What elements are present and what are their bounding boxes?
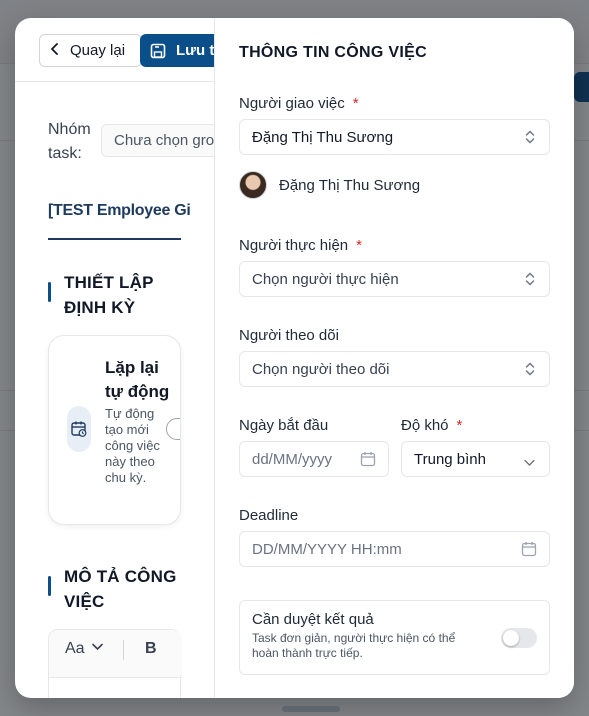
description-heading: MÔ TẢ CÔNG VIỆC [48,564,188,614]
auto-repeat-card: Lặp lại tự động Tự động tạo mới công việ… [48,335,181,525]
approval-title: Cần duyệt kết quả [252,611,374,628]
required-marker: * [456,417,463,434]
approval-setting: Cần duyệt kết quả Task đơn giản, người t… [239,600,550,675]
auto-repeat-description: Tự động tạo mới công việc này theo chu k… [105,406,160,485]
chevron-down-icon[interactable] [92,642,103,654]
difficulty-label: Độ khó * [401,417,462,434]
toolbar-divider [123,640,124,660]
approval-toggle[interactable] [501,628,537,648]
executor-placeholder: Chọn người thực hiện [252,271,399,288]
save-button[interactable]: Lưu task [140,34,215,67]
group-label: Nhóm task: [48,121,91,162]
task-modal: Quay lại Lưu task Nhóm task: Chưa chọn g… [15,18,574,698]
task-title-underline [48,238,181,240]
start-date-input[interactable]: dd/MM/yyyy [239,441,389,477]
save-button-label: Lưu task [176,42,215,59]
back-button-label: Quay lại [70,42,126,59]
task-title[interactable]: [TEST Employee Gi [48,202,214,220]
required-marker: * [352,95,359,112]
calendar-repeat-icon [67,406,91,452]
assigner-label: Người giao việc * [239,95,359,112]
assigner-select[interactable]: Đặng Thị Thu Sương [239,119,550,155]
executor-select[interactable]: Chọn người thực hiện [239,261,550,297]
follower-select[interactable]: Chọn người theo dõi [239,351,550,387]
deadline-input[interactable]: DD/MM/YYYY HH:mm [239,531,550,567]
group-select[interactable]: Chưa chọn group [101,124,214,157]
follower-placeholder: Chọn người theo dõi [252,361,390,378]
save-icon [150,43,166,58]
calendar-icon [360,451,376,471]
start-date-label: Ngày bắt đầu [239,417,329,434]
auto-repeat-toggle[interactable] [166,418,180,440]
description-editor[interactable]: Aa B [48,629,182,698]
back-button[interactable]: Quay lại [39,34,142,67]
toggle-knob [503,630,519,646]
selected-assigner-name: Đặng Thị Thu Sương [279,176,421,194]
executor-label-text: Người thực hiện [239,237,349,254]
sort-updown-icon [525,362,535,380]
task-detail-panel: Quay lại Lưu task Nhóm task: Chưa chọn g… [15,18,215,698]
sort-updown-icon [525,130,535,148]
bold-button[interactable]: B [145,640,157,658]
follower-label: Người theo dõi [239,327,339,344]
avatar [239,171,267,199]
task-info-panel: THÔNG TIN CÔNG VIỆC Người giao việc * Đặn… [215,18,574,698]
chevron-down-icon [524,454,535,471]
selected-assigner: Đặng Thị Thu Sương [239,167,420,203]
deadline-label: Deadline [239,507,299,524]
panel-title: THÔNG TIN CÔNG VIỆC [239,44,427,61]
editor-toolbar: Aa B [49,630,182,678]
executor-label: Người thực hiện * [239,237,362,254]
difficulty-value: Trung bình [414,451,486,468]
auto-repeat-title: Lặp lại tự động [105,358,170,401]
approval-description: Task đơn giản, người thực hiện có thể ho… [252,631,456,660]
difficulty-label-text: Độ khó [401,417,449,434]
calendar-icon [521,541,537,561]
required-marker: * [356,237,362,254]
sort-updown-icon [525,272,535,290]
modal-toolbar: Quay lại Lưu task [15,18,215,82]
assigner-label-text: Người giao việc [239,95,345,112]
assigner-value: Đặng Thị Thu Sương [252,129,394,146]
schedule-heading: THIẾT LẬP ĐỊNH KỲ [48,270,188,320]
deadline-placeholder: DD/MM/YYYY HH:mm [252,541,402,558]
start-date-placeholder: dd/MM/yyyy [252,451,333,468]
font-size-select[interactable]: Aa [65,640,85,658]
chevron-left-icon [40,42,70,60]
difficulty-select[interactable]: Trung bình [401,441,550,477]
